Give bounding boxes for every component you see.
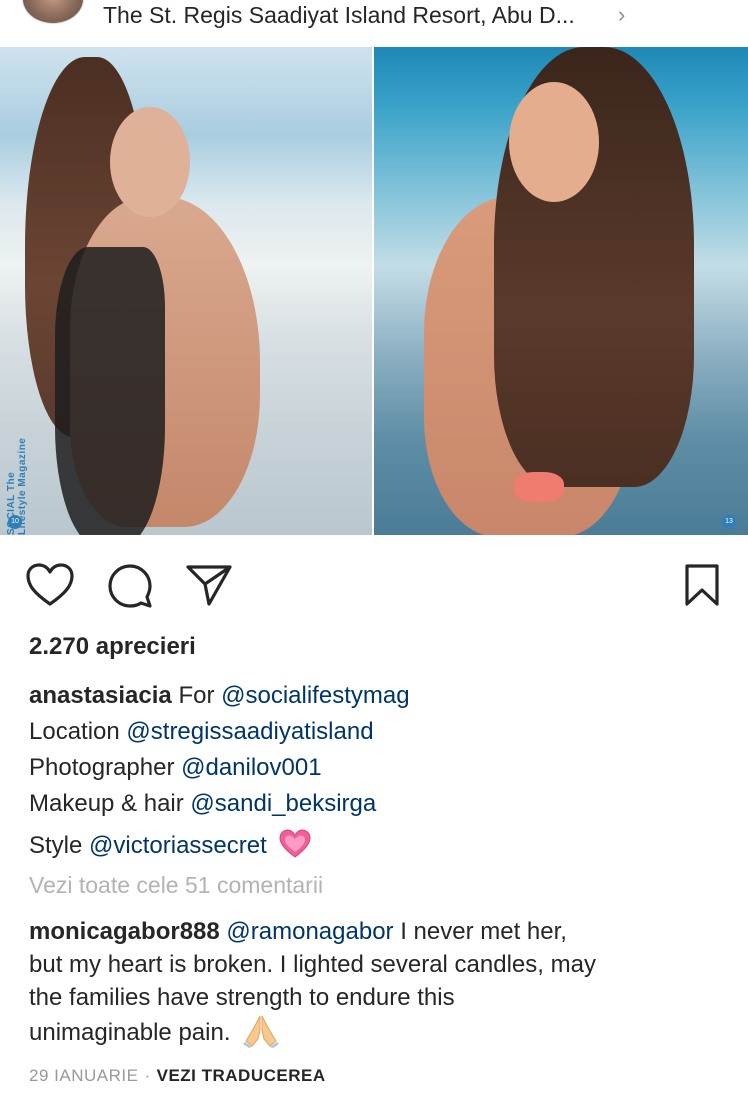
- comment-meta: 29 IANUARIE · VEZI TRADUCEREA: [29, 1066, 326, 1086]
- caption-username[interactable]: anastasiacia: [29, 682, 172, 709]
- caption-line: Location @stregissaadiyatisland: [29, 714, 729, 750]
- post-image-right[interactable]: 13: [374, 47, 748, 535]
- image-content: [509, 82, 599, 202]
- mention-link[interactable]: @danilov001: [181, 754, 321, 781]
- page-number-badge: 13: [722, 515, 736, 529]
- mention-link[interactable]: @sandi_beksirga: [190, 790, 376, 817]
- comment-icon[interactable]: [107, 563, 153, 614]
- heart-icon[interactable]: [26, 563, 74, 612]
- separator: ·: [144, 1066, 151, 1085]
- caption-text: Location: [29, 718, 127, 745]
- share-icon[interactable]: [185, 563, 233, 612]
- location-link[interactable]: The St. Regis Saadiyat Island Resort, Ab…: [103, 2, 575, 29]
- mention-link[interactable]: @socialifestymag: [221, 682, 409, 709]
- comment-text: but my heart is broken. I lighted severa…: [29, 951, 596, 978]
- mention-link[interactable]: @victoriassecret: [89, 832, 267, 859]
- comment-username[interactable]: monicagabor888: [29, 918, 220, 945]
- comment-text: unimaginable pain.: [29, 1019, 231, 1046]
- caption: anastasiacia For @socialifestymag Locati…: [29, 678, 729, 864]
- sparkling-heart-icon: [279, 829, 311, 859]
- comment-date: 29 IANUARIE: [29, 1066, 139, 1085]
- avatar[interactable]: [22, 0, 84, 24]
- post-image-left[interactable]: SOCIAL The Lifestyle Magazine 10: [0, 47, 372, 535]
- page-number-badge: 10: [8, 515, 22, 529]
- comment: monicagabor888 @ramonagabor I never met …: [29, 915, 729, 1049]
- image-content: [55, 247, 165, 535]
- see-translation-button[interactable]: VEZI TRADUCEREA: [157, 1066, 326, 1085]
- caption-text: Style: [29, 832, 90, 859]
- comment-text: I never met her,: [393, 918, 567, 945]
- image-content: [110, 107, 190, 217]
- chevron-right-icon[interactable]: ›: [618, 2, 625, 28]
- bookmark-icon[interactable]: [684, 563, 720, 612]
- action-bar: [0, 555, 748, 615]
- view-all-comments-link[interactable]: Vezi toate cele 51 comentarii: [29, 872, 323, 899]
- caption-line: Photographer @danilov001: [29, 750, 729, 786]
- like-count[interactable]: 2.270 aprecieri: [29, 633, 196, 661]
- caption-text: Makeup & hair: [29, 790, 191, 817]
- post-header: The St. Regis Saadiyat Island Resort, Ab…: [0, 0, 748, 46]
- caption-text: For: [178, 682, 222, 709]
- mention-link[interactable]: @stregissaadiyatisland: [126, 718, 373, 745]
- caption-line: Makeup & hair @sandi_beksirga: [29, 786, 729, 822]
- caption-line: anastasiacia For @socialifestymag: [29, 678, 729, 714]
- caption-line: Style @victoriassecret: [29, 828, 729, 864]
- image-content: [514, 472, 564, 502]
- folded-hands-icon: [243, 1014, 280, 1048]
- comment-text: the families have strength to endure thi…: [29, 984, 455, 1011]
- caption-text: Photographer: [29, 754, 182, 781]
- mention-link[interactable]: @ramonagabor: [226, 918, 393, 945]
